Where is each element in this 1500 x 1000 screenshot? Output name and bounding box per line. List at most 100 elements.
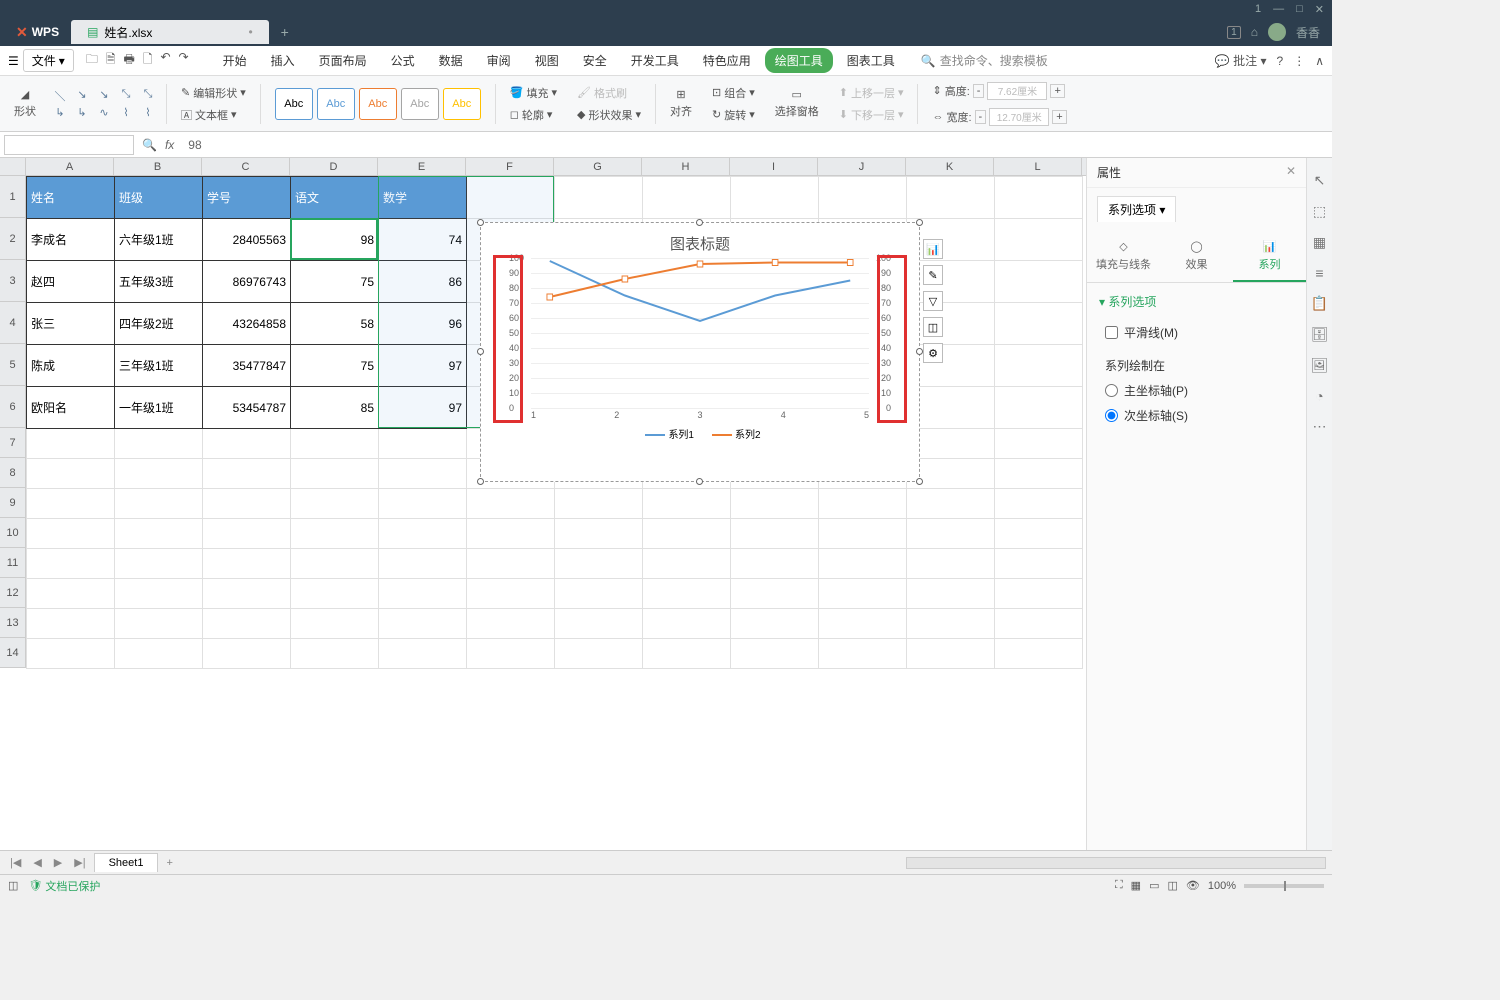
cell[interactable]: 97 bbox=[379, 345, 467, 387]
cell[interactable] bbox=[819, 579, 907, 609]
primary-axis-radio[interactable]: 主坐标轴(P) bbox=[1099, 378, 1294, 403]
cell[interactable]: 35477847 bbox=[203, 345, 291, 387]
cell[interactable] bbox=[731, 579, 819, 609]
tab-data[interactable]: 数据 bbox=[429, 48, 473, 73]
tab-pagelayout[interactable]: 页面布局 bbox=[309, 48, 377, 73]
cell[interactable] bbox=[995, 489, 1083, 519]
cell[interactable] bbox=[819, 489, 907, 519]
fill-button[interactable]: 🪣 填充 ▾ bbox=[504, 83, 563, 103]
panel-close-icon[interactable]: ✕ bbox=[1286, 164, 1296, 181]
cell[interactable] bbox=[27, 459, 115, 489]
cell[interactable] bbox=[203, 459, 291, 489]
edit-shape-button[interactable]: ✎ 编辑形状 ▾ bbox=[175, 83, 252, 103]
row-header[interactable]: 3 bbox=[0, 260, 26, 302]
cell[interactable] bbox=[203, 579, 291, 609]
cell[interactable] bbox=[27, 489, 115, 519]
cell[interactable] bbox=[203, 429, 291, 459]
col-header[interactable]: E bbox=[378, 158, 466, 175]
cell[interactable]: 86 bbox=[379, 261, 467, 303]
cell[interactable] bbox=[907, 639, 995, 669]
cell[interactable] bbox=[115, 519, 203, 549]
cell[interactable] bbox=[27, 519, 115, 549]
secondary-axis-radio[interactable]: 次坐标轴(S) bbox=[1099, 403, 1294, 428]
min-icon[interactable]: — bbox=[1273, 3, 1284, 15]
file-menu[interactable]: 文件▾ bbox=[23, 49, 74, 72]
cell[interactable] bbox=[555, 639, 643, 669]
cell[interactable]: 赵四 bbox=[27, 261, 115, 303]
cell[interactable] bbox=[555, 489, 643, 519]
cell[interactable] bbox=[995, 459, 1083, 489]
cell[interactable]: 28405563 bbox=[203, 219, 291, 261]
style-preset-5[interactable]: Abc bbox=[443, 88, 481, 120]
tab-devtools[interactable]: 开发工具 bbox=[621, 48, 689, 73]
cell[interactable] bbox=[819, 177, 907, 219]
stats-icon[interactable]: ◫ bbox=[8, 879, 18, 892]
cell[interactable] bbox=[643, 579, 731, 609]
tab-chart[interactable]: 图表工具 bbox=[837, 48, 905, 73]
col-header[interactable]: D bbox=[290, 158, 378, 175]
horizontal-scrollbar[interactable] bbox=[906, 857, 1326, 869]
col-header[interactable]: F bbox=[466, 158, 554, 175]
cell[interactable] bbox=[907, 519, 995, 549]
cell[interactable] bbox=[643, 549, 731, 579]
cell[interactable] bbox=[819, 609, 907, 639]
smooth-line-checkbox[interactable]: 平滑线(M) bbox=[1099, 320, 1294, 345]
col-header[interactable]: L bbox=[994, 158, 1082, 175]
col-header[interactable]: B bbox=[114, 158, 202, 175]
tab-formula[interactable]: 公式 bbox=[381, 48, 425, 73]
cell[interactable] bbox=[555, 177, 643, 219]
cell[interactable] bbox=[467, 609, 555, 639]
cell[interactable] bbox=[379, 519, 467, 549]
shape-dropdown-icon[interactable]: ◢ bbox=[21, 88, 29, 101]
col-header[interactable]: I bbox=[730, 158, 818, 175]
cell[interactable] bbox=[731, 519, 819, 549]
cell[interactable]: 53454787 bbox=[203, 387, 291, 429]
cell[interactable] bbox=[203, 519, 291, 549]
cell[interactable] bbox=[291, 489, 379, 519]
chart-title[interactable]: 图表标题 bbox=[491, 233, 909, 254]
align-icon[interactable]: ⊞ bbox=[676, 88, 685, 101]
cell[interactable] bbox=[907, 549, 995, 579]
cell[interactable]: 86976743 bbox=[203, 261, 291, 303]
cell[interactable] bbox=[995, 345, 1083, 387]
cell[interactable]: 97 bbox=[379, 387, 467, 429]
cell[interactable]: 班级 bbox=[115, 177, 203, 219]
cell[interactable] bbox=[291, 459, 379, 489]
reading-view-icon[interactable]: 👁 bbox=[1186, 879, 1200, 892]
cell[interactable] bbox=[27, 639, 115, 669]
tab-start[interactable]: 开始 bbox=[213, 48, 257, 73]
cursor-icon[interactable]: ↖ bbox=[1314, 172, 1326, 189]
close-icon[interactable]: ✕ bbox=[1315, 3, 1324, 16]
row-header[interactable]: 5 bbox=[0, 344, 26, 386]
sheet-add[interactable]: + bbox=[162, 857, 176, 869]
row-header[interactable]: 13 bbox=[0, 608, 26, 638]
outline-button[interactable]: ◻ 轮廓 ▾ bbox=[504, 105, 563, 125]
cell[interactable] bbox=[115, 579, 203, 609]
cell[interactable] bbox=[203, 639, 291, 669]
cell[interactable] bbox=[467, 177, 555, 219]
style-preset-1[interactable]: Abc bbox=[275, 88, 313, 120]
cell[interactable] bbox=[995, 519, 1083, 549]
select-all-corner[interactable] bbox=[0, 158, 26, 176]
row-header[interactable]: 11 bbox=[0, 548, 26, 578]
subtab-effect[interactable]: ◯效果 bbox=[1160, 232, 1233, 282]
row-header[interactable]: 9 bbox=[0, 488, 26, 518]
name-box[interactable] bbox=[4, 135, 134, 155]
cell[interactable] bbox=[291, 609, 379, 639]
sheet-tab-1[interactable]: Sheet1 bbox=[94, 853, 159, 872]
cell[interactable] bbox=[27, 579, 115, 609]
cell[interactable] bbox=[115, 459, 203, 489]
cell[interactable] bbox=[995, 303, 1083, 345]
cell[interactable] bbox=[643, 639, 731, 669]
cell[interactable] bbox=[995, 549, 1083, 579]
col-header[interactable]: J bbox=[818, 158, 906, 175]
cell[interactable]: 语文 bbox=[291, 177, 379, 219]
col-header[interactable]: G bbox=[554, 158, 642, 175]
row-header[interactable]: 10 bbox=[0, 518, 26, 548]
cell[interactable] bbox=[379, 579, 467, 609]
cell[interactable] bbox=[819, 519, 907, 549]
more-side-icon[interactable]: ⋯ bbox=[1313, 418, 1327, 435]
cell[interactable]: 98 bbox=[291, 219, 379, 261]
cell[interactable]: 陈成 bbox=[27, 345, 115, 387]
cell[interactable] bbox=[115, 609, 203, 639]
